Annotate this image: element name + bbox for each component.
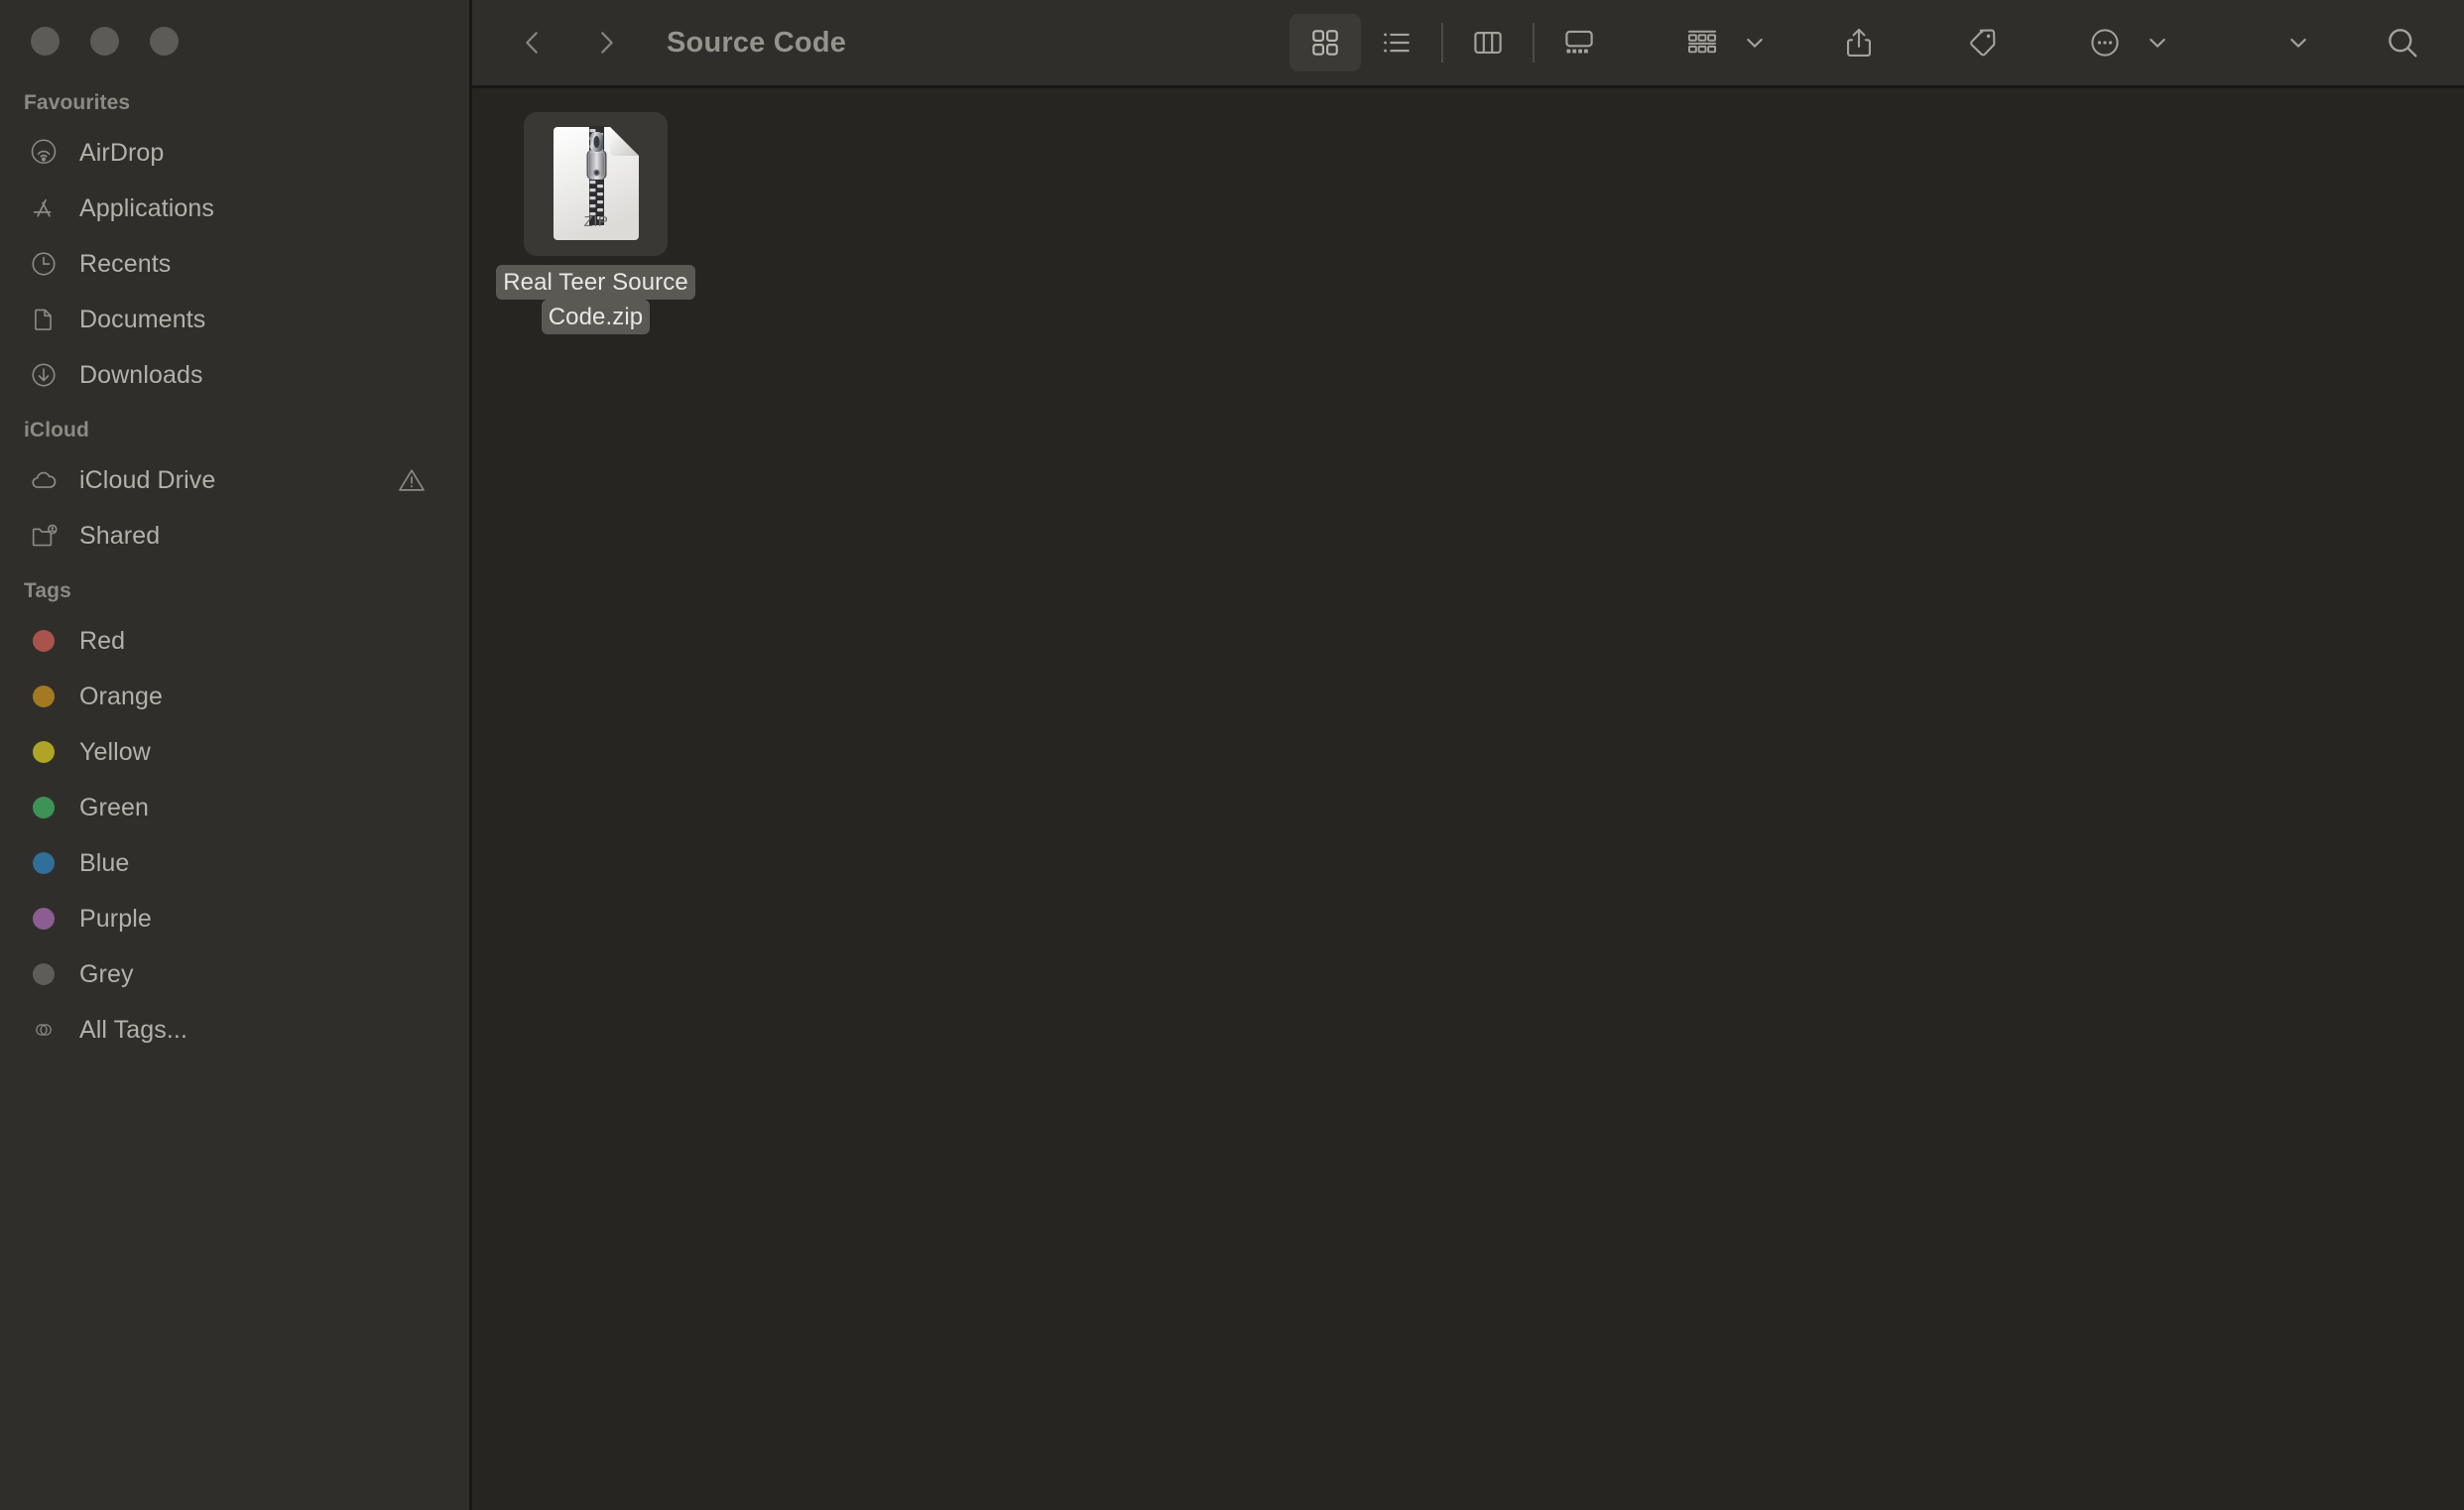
sidebar-tag-blue[interactable]: Blue bbox=[0, 835, 469, 891]
tag-dot-icon bbox=[33, 630, 55, 652]
file-name-line-1: Real Teer Source bbox=[496, 265, 695, 301]
maximize-button[interactable] bbox=[150, 27, 179, 56]
sidebar-item-airdrop[interactable]: AirDrop bbox=[0, 125, 469, 181]
sidebar-tag-green[interactable]: Green bbox=[0, 780, 469, 835]
sidebar-section-header: Tags bbox=[24, 579, 71, 602]
tags-button[interactable] bbox=[1946, 14, 2018, 71]
applications-icon bbox=[24, 191, 63, 225]
sidebar-item-label: Blue bbox=[79, 848, 130, 877]
sidebar-section-icloud: iCloud iCloud Drive Shared bbox=[0, 419, 469, 564]
sidebar-item-shared[interactable]: Shared bbox=[0, 508, 469, 564]
sidebar-item-label: All Tags... bbox=[79, 1015, 188, 1044]
share-button[interactable] bbox=[1823, 14, 1895, 71]
sidebar-item-label: Yellow bbox=[79, 737, 151, 766]
sidebar-tag-purple[interactable]: Purple bbox=[0, 891, 469, 946]
all-tags-icon bbox=[33, 1019, 55, 1041]
gallery-view-button[interactable] bbox=[1543, 14, 1615, 71]
file-item[interactable]: ZIP Real Teer Source Code.zip bbox=[496, 112, 695, 335]
group-chevron-down-icon[interactable] bbox=[1738, 14, 1772, 71]
more-chevron-down-icon[interactable] bbox=[2141, 14, 2174, 71]
shared-folder-icon bbox=[24, 519, 63, 553]
back-button[interactable] bbox=[502, 12, 563, 73]
tag-dot-icon bbox=[33, 686, 55, 707]
sidebar-item-label: Applications bbox=[79, 193, 215, 222]
group-button[interactable] bbox=[1666, 14, 1738, 71]
search-button[interactable] bbox=[2367, 14, 2438, 71]
zip-archive-icon[interactable]: ZIP bbox=[524, 112, 668, 256]
tag-dot-icon bbox=[33, 797, 55, 818]
document-icon bbox=[24, 303, 63, 336]
sidebar-section-header: iCloud bbox=[24, 419, 89, 441]
sidebar-section-header: Favourites bbox=[24, 91, 131, 114]
sidebar-section-favourites: Favourites AirDrop Applications Recents … bbox=[0, 91, 469, 403]
warning-icon bbox=[396, 464, 428, 496]
sidebar-item-label: Green bbox=[79, 793, 149, 821]
page-title: Source Code bbox=[667, 26, 847, 59]
sidebar-item-label: Recents bbox=[79, 249, 172, 278]
overflow-chevron-down-icon[interactable] bbox=[2281, 14, 2315, 71]
tag-dot-icon bbox=[33, 852, 55, 874]
list-view-button[interactable] bbox=[1361, 14, 1432, 71]
file-grid[interactable]: ZIP Real Teer Source Code.zip bbox=[472, 88, 2464, 1510]
sidebar-item-label: Red bbox=[79, 626, 126, 655]
cloud-icon bbox=[24, 463, 63, 497]
sidebar-item-all-tags[interactable]: All Tags... bbox=[0, 1002, 469, 1058]
sidebar-item-label: iCloud Drive bbox=[79, 465, 216, 494]
toolbar: Source Code bbox=[472, 0, 2464, 88]
sidebar-item-recents[interactable]: Recents bbox=[0, 236, 469, 292]
toolbar-divider bbox=[1533, 23, 1535, 63]
sidebar-tag-grey[interactable]: Grey bbox=[0, 946, 469, 1002]
more-actions-button[interactable] bbox=[2069, 14, 2141, 71]
icon-view-button[interactable] bbox=[1290, 14, 1361, 71]
sidebar-tag-red[interactable]: Red bbox=[0, 613, 469, 669]
sidebar-tag-yellow[interactable]: Yellow bbox=[0, 724, 469, 780]
sidebar-item-downloads[interactable]: Downloads bbox=[0, 347, 469, 403]
tag-dot-icon bbox=[33, 908, 55, 930]
download-icon bbox=[24, 358, 63, 392]
tag-dot-icon bbox=[33, 741, 55, 763]
sidebar-tag-orange[interactable]: Orange bbox=[0, 669, 469, 724]
zip-type-label: ZIP bbox=[583, 213, 608, 230]
sidebar-item-label: Documents bbox=[79, 305, 206, 333]
close-button[interactable] bbox=[31, 27, 60, 56]
file-name-label[interactable]: Real Teer Source Code.zip bbox=[496, 265, 695, 335]
file-name-line-2: Code.zip bbox=[541, 300, 651, 335]
view-mode-group bbox=[1290, 14, 1615, 71]
sidebar-item-label: Purple bbox=[79, 904, 152, 933]
airdrop-icon bbox=[24, 136, 63, 170]
sidebar-item-label: Shared bbox=[79, 521, 161, 550]
finder-window: Favourites AirDrop Applications Recents … bbox=[0, 0, 2464, 1510]
sidebar: Favourites AirDrop Applications Recents … bbox=[0, 0, 472, 1510]
minimize-button[interactable] bbox=[90, 27, 119, 56]
toolbar-divider bbox=[1441, 23, 1443, 63]
sidebar-item-label: Grey bbox=[79, 959, 134, 988]
tag-dot-icon bbox=[33, 963, 55, 985]
sidebar-item-label: Downloads bbox=[79, 360, 203, 389]
traffic-lights bbox=[0, 0, 469, 91]
forward-button[interactable] bbox=[575, 12, 637, 73]
sidebar-section-tags: Tags Red Orange Yellow Green Blue Purple… bbox=[0, 579, 469, 1058]
main-area: Source Code ZIP Real Teer Source Code.zi… bbox=[472, 0, 2464, 1510]
sidebar-item-icloud-drive[interactable]: iCloud Drive bbox=[0, 452, 469, 508]
sidebar-item-label: AirDrop bbox=[79, 138, 165, 167]
sidebar-item-label: Orange bbox=[79, 682, 163, 710]
sidebar-item-documents[interactable]: Documents bbox=[0, 292, 469, 347]
column-view-button[interactable] bbox=[1452, 14, 1524, 71]
sidebar-item-applications[interactable]: Applications bbox=[0, 181, 469, 236]
clock-icon bbox=[24, 247, 63, 281]
